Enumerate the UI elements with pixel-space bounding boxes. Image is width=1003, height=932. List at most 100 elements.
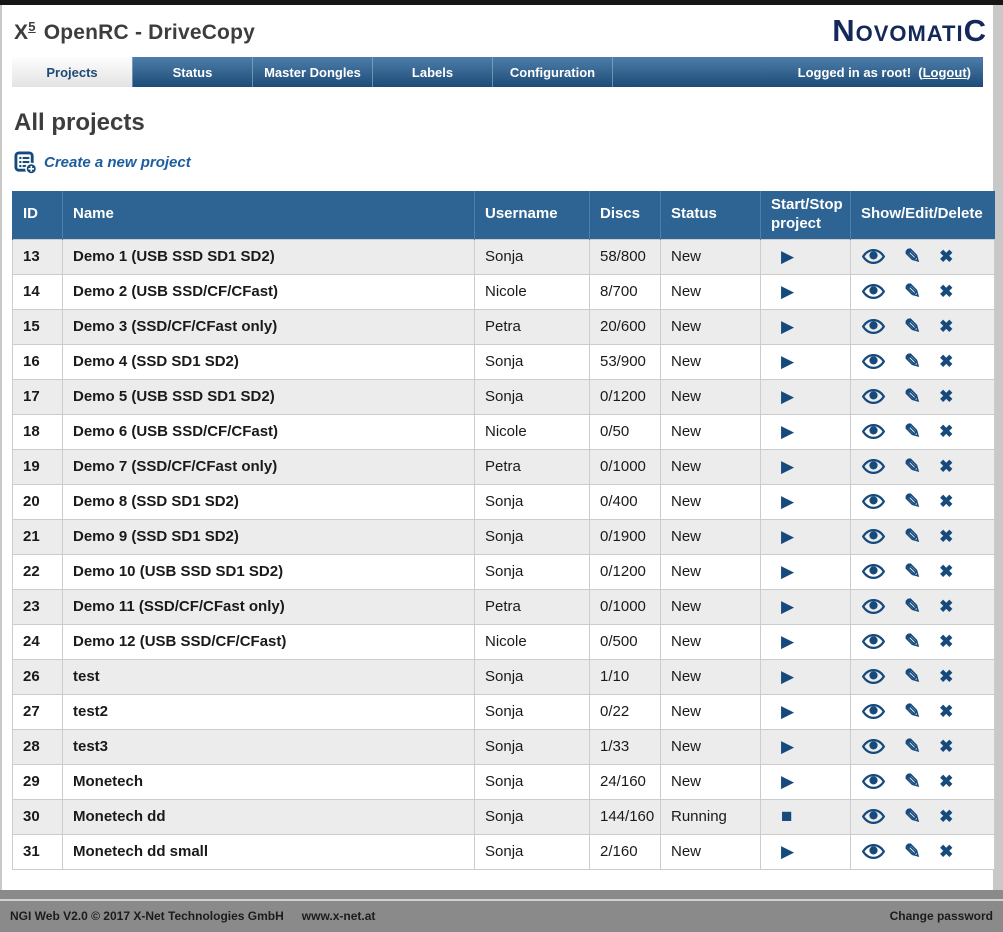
show-project-button[interactable]: [861, 844, 886, 859]
show-project-button[interactable]: [861, 634, 886, 649]
edit-project-button[interactable]: ✎: [904, 737, 921, 757]
show-project-button[interactable]: [861, 249, 886, 264]
edit-project-button[interactable]: ✎: [904, 702, 921, 722]
edit-project-button[interactable]: ✎: [904, 422, 921, 442]
cell-username: Sonja: [475, 659, 590, 694]
pencil-icon: ✎: [904, 701, 921, 723]
edit-project-button[interactable]: ✎: [904, 632, 921, 652]
show-project-button[interactable]: [861, 354, 886, 369]
show-project-button[interactable]: [861, 809, 886, 824]
delete-project-button[interactable]: ✖: [939, 773, 953, 790]
show-project-button[interactable]: [861, 529, 886, 544]
start-project-button[interactable]: ▶: [781, 633, 794, 650]
start-project-button[interactable]: ▶: [781, 318, 794, 335]
tab-master-dongles[interactable]: Master Dongles: [252, 57, 372, 87]
delete-project-button[interactable]: ✖: [939, 493, 953, 510]
start-project-button[interactable]: ▶: [781, 388, 794, 405]
edit-project-button[interactable]: ✎: [904, 772, 921, 792]
start-project-button[interactable]: ▶: [781, 493, 794, 510]
show-project-button[interactable]: [861, 739, 886, 754]
start-project-button[interactable]: ▶: [781, 598, 794, 615]
start-project-button[interactable]: ▶: [781, 773, 794, 790]
delete-project-button[interactable]: ✖: [939, 458, 953, 475]
start-project-button[interactable]: ▶: [781, 843, 794, 860]
start-project-button[interactable]: ▶: [781, 283, 794, 300]
pencil-icon: ✎: [904, 561, 921, 583]
show-project-button[interactable]: [861, 564, 886, 579]
start-project-button[interactable]: ▶: [781, 353, 794, 370]
delete-project-button[interactable]: ✖: [939, 283, 953, 300]
show-project-button[interactable]: [861, 669, 886, 684]
edit-project-button[interactable]: ✎: [904, 457, 921, 477]
cell-id: 18: [13, 414, 63, 449]
page-container: X5 OpenRC - DriveCopy NOVOMATIC Projects…: [2, 5, 993, 890]
start-project-button[interactable]: ▶: [781, 668, 794, 685]
x-icon: ✖: [939, 247, 953, 266]
delete-project-button[interactable]: ✖: [939, 703, 953, 720]
tab-configuration[interactable]: Configuration: [492, 57, 612, 87]
create-project-link[interactable]: Create a new project: [44, 154, 191, 171]
show-project-button[interactable]: [861, 774, 886, 789]
edit-project-button[interactable]: ✎: [904, 562, 921, 582]
edit-project-button[interactable]: ✎: [904, 387, 921, 407]
delete-project-button[interactable]: ✖: [939, 598, 953, 615]
cell-name: Monetech dd small: [63, 834, 475, 869]
edit-project-button[interactable]: ✎: [904, 842, 921, 862]
play-icon: ▶: [781, 352, 794, 371]
edit-project-button[interactable]: ✎: [904, 282, 921, 302]
delete-project-button[interactable]: ✖: [939, 423, 953, 440]
show-project-button[interactable]: [861, 704, 886, 719]
show-project-button[interactable]: [861, 424, 886, 439]
x-icon: ✖: [939, 422, 953, 441]
delete-project-button[interactable]: ✖: [939, 843, 953, 860]
edit-project-button[interactable]: ✎: [904, 492, 921, 512]
edit-project-button[interactable]: ✎: [904, 807, 921, 827]
show-project-button[interactable]: [861, 284, 886, 299]
start-project-button[interactable]: ▶: [781, 703, 794, 720]
edit-project-button[interactable]: ✎: [904, 352, 921, 372]
delete-project-button[interactable]: ✖: [939, 738, 953, 755]
cell-discs: 0/400: [590, 484, 661, 519]
show-project-button[interactable]: [861, 599, 886, 614]
start-project-button[interactable]: ▶: [781, 563, 794, 580]
cell-id: 27: [13, 694, 63, 729]
play-icon: ▶: [781, 772, 794, 791]
start-project-button[interactable]: ▶: [781, 528, 794, 545]
change-password-link[interactable]: Change password: [890, 909, 993, 923]
x-icon: ✖: [939, 772, 953, 791]
delete-project-button[interactable]: ✖: [939, 318, 953, 335]
delete-project-button[interactable]: ✖: [939, 353, 953, 370]
start-project-button[interactable]: ▶: [781, 248, 794, 265]
start-project-button[interactable]: ▶: [781, 423, 794, 440]
cell-username: Petra: [475, 309, 590, 344]
tab-projects[interactable]: Projects: [12, 57, 132, 87]
start-project-button[interactable]: ▶: [781, 738, 794, 755]
tab-labels[interactable]: Labels: [372, 57, 492, 87]
edit-project-button[interactable]: ✎: [904, 597, 921, 617]
delete-project-button[interactable]: ✖: [939, 388, 953, 405]
show-project-button[interactable]: [861, 389, 886, 404]
delete-project-button[interactable]: ✖: [939, 248, 953, 265]
table-row: 16 Demo 4 (SSD SD1 SD2) Sonja 53/900 New…: [13, 344, 995, 379]
delete-project-button[interactable]: ✖: [939, 633, 953, 650]
delete-project-button[interactable]: ✖: [939, 668, 953, 685]
start-project-button[interactable]: ▶: [781, 458, 794, 475]
show-project-button[interactable]: [861, 459, 886, 474]
show-project-button[interactable]: [861, 319, 886, 334]
show-project-button[interactable]: [861, 494, 886, 509]
edit-project-button[interactable]: ✎: [904, 247, 921, 267]
eye-icon: [861, 389, 886, 404]
tab-status[interactable]: Status: [132, 57, 252, 87]
delete-project-button[interactable]: ✖: [939, 563, 953, 580]
cell-id: 28: [13, 729, 63, 764]
delete-project-button[interactable]: ✖: [939, 528, 953, 545]
logout-link[interactable]: Logout: [923, 65, 967, 80]
edit-project-button[interactable]: ✎: [904, 667, 921, 687]
stop-project-button[interactable]: ■: [781, 807, 792, 826]
edit-project-button[interactable]: ✎: [904, 317, 921, 337]
list-add-icon[interactable]: [14, 151, 37, 174]
delete-project-button[interactable]: ✖: [939, 808, 953, 825]
col-username: Username: [475, 191, 590, 239]
cell-status: New: [661, 729, 761, 764]
edit-project-button[interactable]: ✎: [904, 527, 921, 547]
